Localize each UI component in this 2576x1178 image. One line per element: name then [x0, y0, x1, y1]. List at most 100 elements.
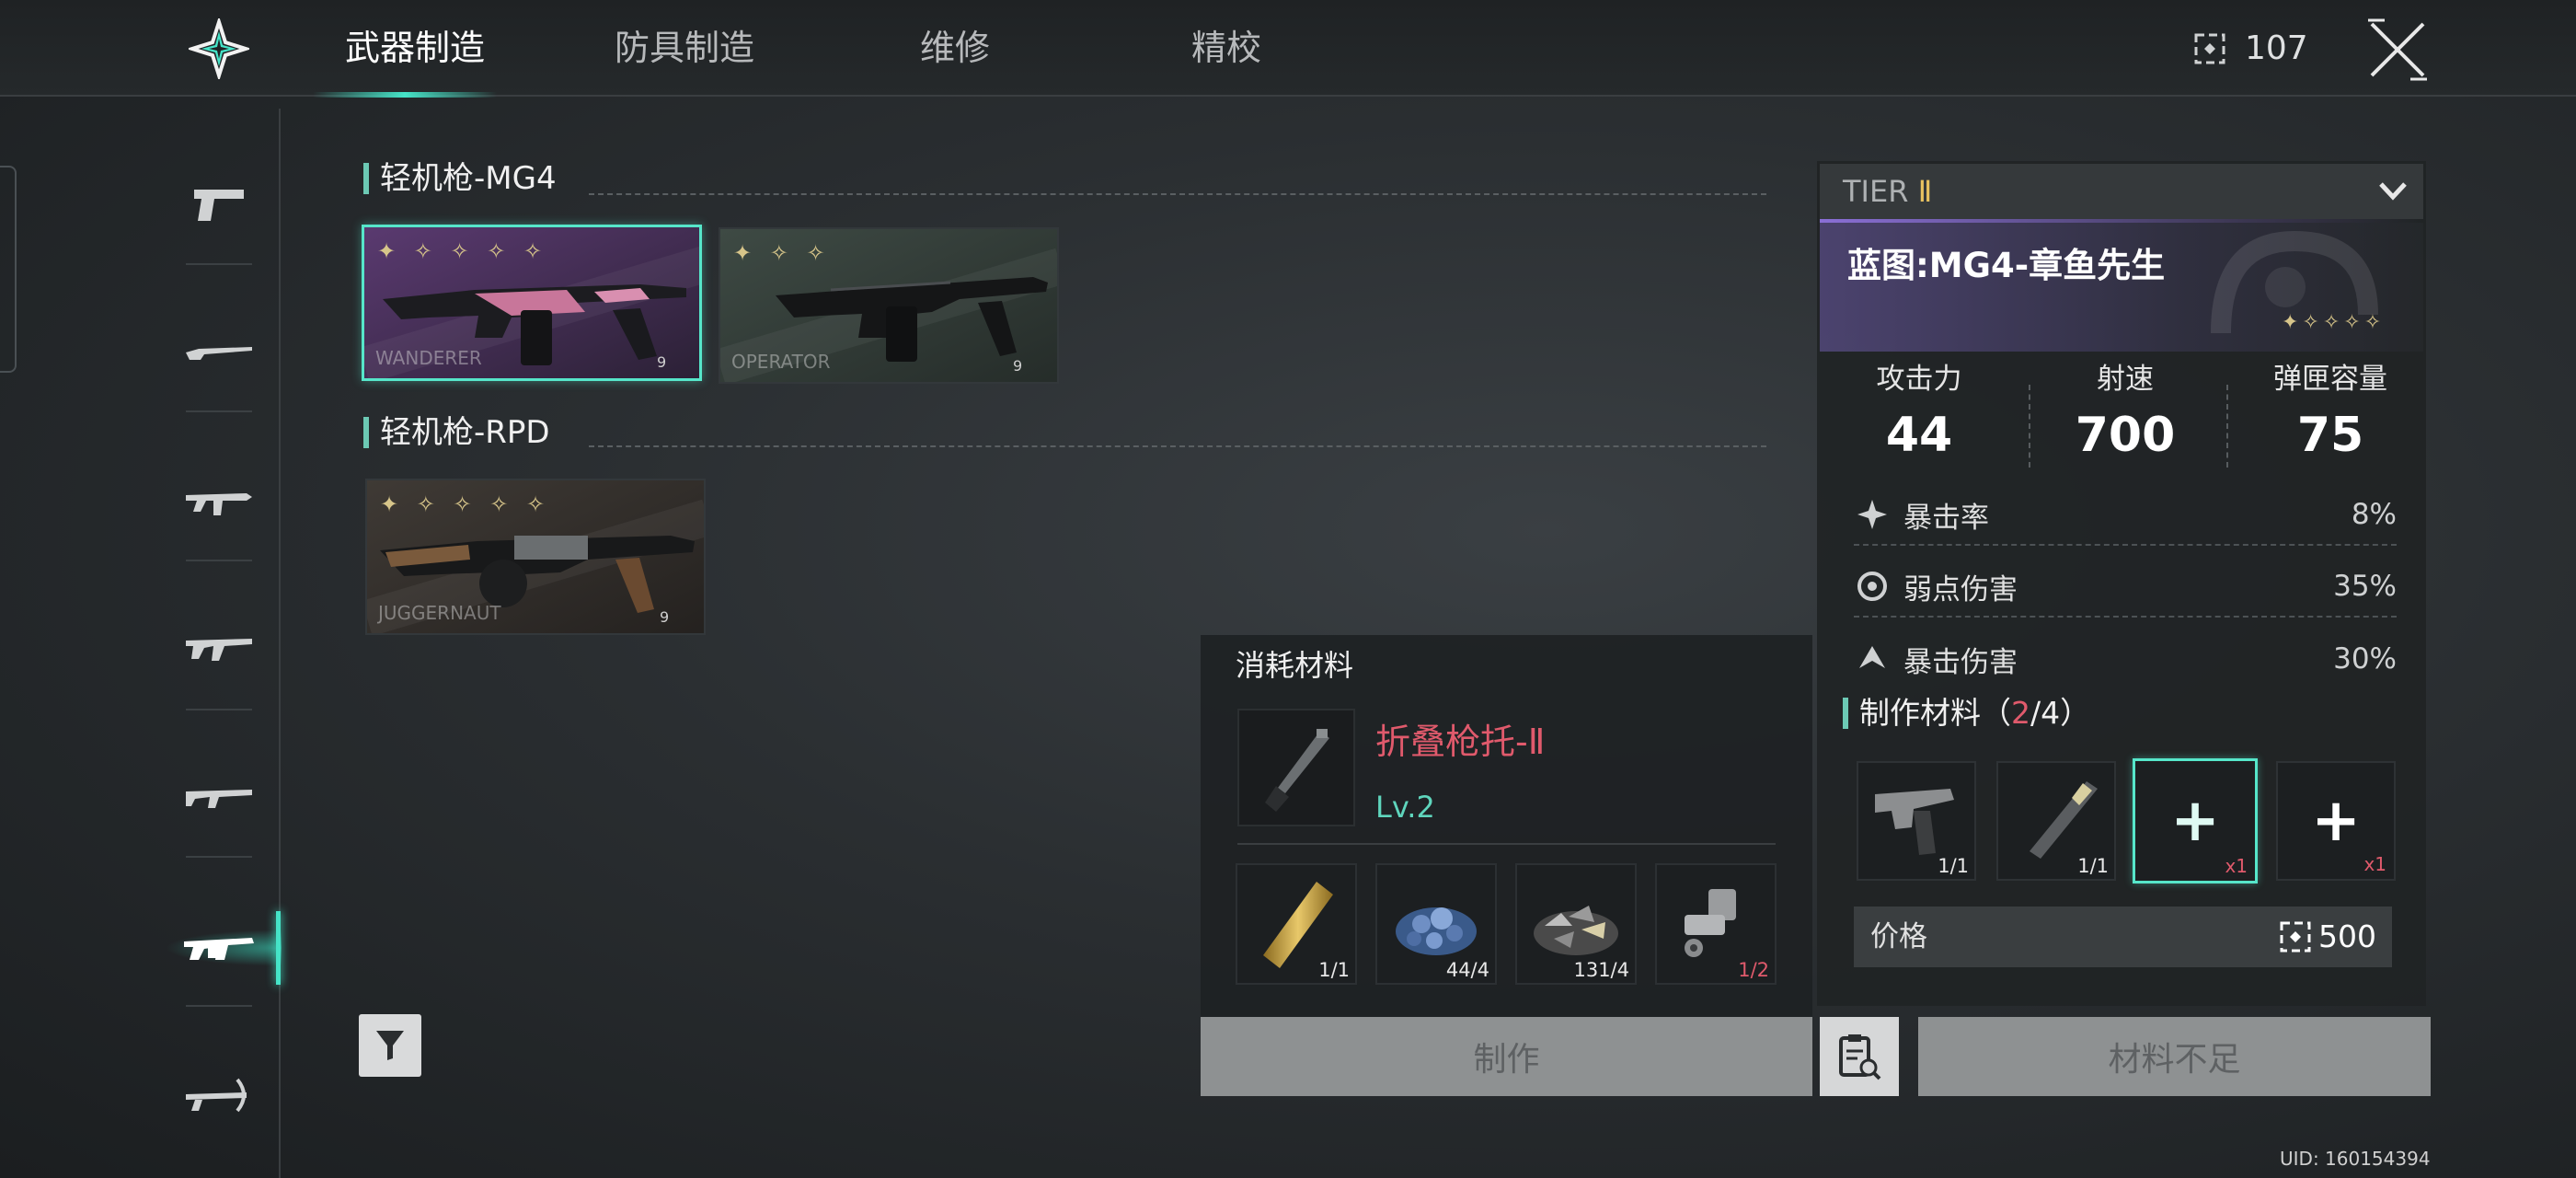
card-number: 9	[660, 608, 670, 626]
light-machine-gun-icon	[184, 938, 254, 960]
currency-icon	[2280, 921, 2311, 953]
blueprint-rarity-stars: ✦✧✧✧✧	[2282, 311, 2386, 334]
group-title-text: 轻机枪-MG4	[380, 160, 557, 197]
craft-materials-have: 2	[2011, 695, 2030, 731]
stat-value: 44	[1885, 408, 1953, 463]
group-divider	[589, 193, 1766, 195]
group-title-rpd: 轻机枪-RPD	[363, 412, 550, 453]
sidebar-item-assault-rifle[interactable]	[175, 615, 263, 679]
craft-materials-label: 制作材料（	[1859, 695, 2011, 731]
craft-button[interactable]: 制作	[1201, 1017, 1812, 1096]
crit-rate-icon	[1857, 500, 1887, 529]
material-slot[interactable]: 131/4	[1515, 863, 1637, 985]
sidebar-edge-handle[interactable]	[0, 166, 17, 373]
required-count: x1	[2225, 855, 2248, 877]
price-label: 价格	[1870, 920, 1927, 953]
skin-tag: OPERATOR	[731, 351, 831, 373]
assault-rifle-icon	[186, 639, 252, 661]
tier-number: Ⅱ	[1917, 174, 1933, 209]
weakpoint-icon	[1857, 572, 1887, 601]
currency-amount: 107	[2245, 29, 2308, 67]
consumables-title: 消耗材料	[1236, 648, 1354, 683]
price-value: 500	[2318, 918, 2376, 954]
price-row	[1854, 907, 2392, 967]
sidebar-active-indicator	[276, 911, 281, 985]
insufficient-materials-button[interactable]: 材料不足	[1918, 1017, 2431, 1096]
stat-row-crit-rate: 暴击率 8%	[1854, 485, 2397, 546]
stat-attack: 攻击力 44	[1827, 359, 2011, 468]
group-title-bar	[363, 417, 369, 448]
stat-value: 75	[2296, 408, 2364, 463]
stat-row-weakpoint: 弱点伤害 35%	[1854, 557, 2397, 618]
recipe-search-button[interactable]	[1820, 1017, 1899, 1096]
required-count: x1	[2363, 853, 2386, 875]
crossbow-icon	[186, 1078, 247, 1113]
blueprint-card-operator[interactable]: ✦ ✧ ✧ OPERATOR 9	[719, 227, 1059, 384]
craft-materials-title: 制作材料（ 2/4）	[1843, 692, 2090, 734]
filter-icon	[376, 1031, 404, 1060]
blueprint-card-wanderer[interactable]: ✦ ✧ ✧ ✧ ✧ WANDERER 9	[362, 225, 702, 381]
sidebar-item-marksman[interactable]	[175, 764, 263, 828]
part-thumbnail[interactable]	[1237, 709, 1355, 826]
stat-label: 暴击伤害	[1903, 645, 2018, 679]
sidebar-item-pistol[interactable]	[175, 171, 263, 236]
stat-label: 弱点伤害	[1903, 572, 2018, 606]
stat-value: 8%	[2351, 498, 2397, 531]
sidebar-divider	[186, 856, 252, 858]
add-material-slot[interactable]: + x1	[2276, 761, 2396, 881]
material-count: 1/1	[1318, 959, 1350, 981]
logo-icon	[189, 18, 249, 79]
tier-label: TIER Ⅱ	[1843, 171, 1932, 212]
stat-label: 弹匣容量	[2273, 363, 2387, 396]
material-slot[interactable]: 1/1	[1236, 863, 1357, 985]
sidebar-item-lmg[interactable]	[175, 916, 263, 980]
sniper-rifle-icon	[186, 347, 252, 360]
sidebar-divider	[186, 1005, 252, 1007]
skin-tag: JUGGERNAUT	[378, 602, 501, 624]
close-button[interactable]	[2364, 17, 2431, 83]
stat-label: 射速	[2097, 363, 2154, 396]
group-title-text: 轻机枪-RPD	[380, 414, 550, 451]
sidebar-item-sniper[interactable]	[175, 318, 263, 383]
material-count: 1/1	[2077, 855, 2109, 877]
tab-calibration[interactable]: 精校	[1191, 24, 1261, 72]
tab-repair[interactable]: 维修	[920, 24, 990, 72]
filter-button[interactable]	[359, 1014, 421, 1077]
stat-divider	[2226, 385, 2228, 468]
tab-weapon-crafting[interactable]: 武器制造	[345, 24, 485, 72]
material-slot[interactable]: 1/2	[1655, 863, 1777, 985]
part-name: 折叠枪托-Ⅱ	[1375, 722, 1546, 762]
sidebar-item-crossbow[interactable]	[175, 1063, 263, 1127]
stat-value: 700	[2075, 408, 2176, 463]
stat-value: 35%	[2333, 570, 2397, 603]
blueprint-card-juggernaut[interactable]: ✦ ✧ ✧ ✧ ✧ JUGGERNAUT 9	[365, 479, 706, 635]
skin-tag: WANDERER	[375, 347, 482, 369]
group-title-mg4: 轻机枪-MG4	[363, 158, 557, 199]
rarity-stars: ✦ ✧ ✧ ✧ ✧	[380, 491, 551, 517]
rarity-stars: ✦ ✧ ✧	[733, 240, 831, 266]
material-count: 1/1	[1938, 855, 1969, 877]
material-slot[interactable]: 44/4	[1375, 863, 1497, 985]
stat-label: 攻击力	[1876, 363, 1962, 396]
craft-material-slot[interactable]: 1/1	[1857, 761, 1976, 881]
group-divider	[589, 445, 1766, 447]
stat-value: 30%	[2333, 642, 2397, 676]
part-level: Lv.2	[1375, 790, 1435, 825]
stat-row-crit-damage: 暴击伤害 30%	[1854, 629, 2397, 689]
stat-label: 暴击率	[1903, 501, 1989, 535]
sidebar-item-smg[interactable]	[175, 469, 263, 534]
sidebar-divider	[186, 410, 252, 412]
craft-material-slot[interactable]: 1/1	[1996, 761, 2116, 881]
material-count: 44/4	[1445, 959, 1489, 981]
user-id: UID: 160154394	[2280, 1148, 2431, 1170]
sidebar-divider	[186, 709, 252, 710]
consumables-divider	[1237, 843, 1776, 845]
stat-magazine: 弹匣容量 75	[2238, 359, 2422, 468]
group-title-bar	[363, 163, 369, 194]
add-material-slot-selected[interactable]: + x1	[2133, 758, 2258, 884]
chevron-down-icon	[2379, 182, 2407, 201]
blueprint-name: 蓝图:MG4-章鱼先生	[1847, 246, 2166, 285]
tab-armor-crafting[interactable]: 防具制造	[615, 24, 754, 72]
folding-stock-icon	[1265, 729, 1329, 812]
craft-materials-total: /4）	[2030, 695, 2091, 731]
